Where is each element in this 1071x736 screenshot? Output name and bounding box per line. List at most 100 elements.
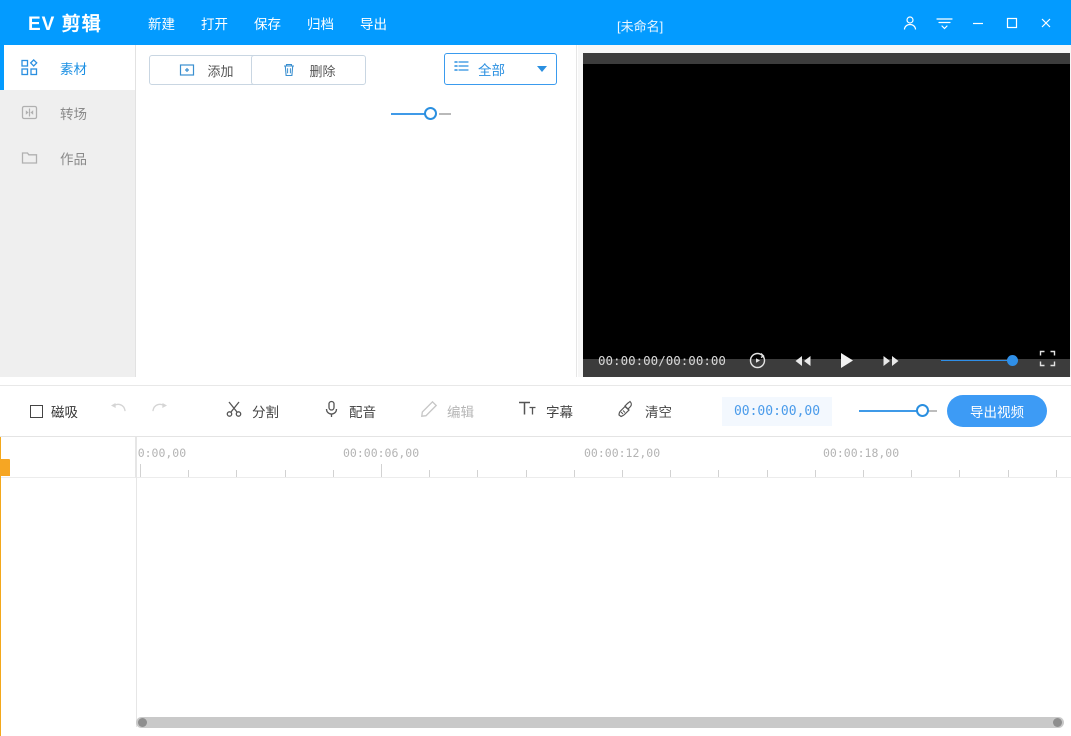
timeline-header-corner bbox=[0, 437, 136, 478]
ruler-tick bbox=[140, 464, 141, 477]
ruler-tick bbox=[670, 470, 671, 477]
window-controls bbox=[901, 0, 1055, 45]
volume-knob[interactable] bbox=[1007, 355, 1018, 366]
ruler-label-2: 00:00:12,00 bbox=[584, 446, 660, 460]
playhead-line bbox=[0, 437, 1, 736]
sidebar-item-works[interactable]: 作品 bbox=[0, 135, 135, 180]
transition-icon bbox=[20, 104, 38, 122]
loop-icon[interactable] bbox=[748, 351, 767, 370]
ruler-tick bbox=[767, 470, 768, 477]
account-icon[interactable] bbox=[901, 14, 919, 32]
ruler-tick bbox=[429, 470, 430, 477]
ruler-tick bbox=[285, 470, 286, 477]
edit-tool-label: 编辑 bbox=[447, 401, 474, 421]
magnet-checkbox[interactable] bbox=[30, 405, 43, 418]
split-tool[interactable]: 分割 bbox=[225, 400, 279, 423]
preview-frame: 00:00:00/00:00:00 bbox=[583, 53, 1070, 377]
menu-item-save[interactable]: 保存 bbox=[252, 9, 283, 37]
trash-icon bbox=[281, 62, 297, 78]
undo-icon[interactable] bbox=[108, 400, 128, 423]
export-video-button[interactable]: 导出视频 bbox=[947, 395, 1047, 427]
rewind-icon[interactable] bbox=[793, 353, 813, 369]
ruler-tick bbox=[959, 470, 960, 477]
timeline-zoom-slider[interactable] bbox=[859, 409, 935, 413]
volume-slider[interactable] bbox=[941, 359, 1021, 363]
list-icon bbox=[454, 59, 469, 79]
folder-icon bbox=[20, 149, 38, 167]
filter-dropdown-label: 全部 bbox=[478, 59, 528, 79]
timeline-ruler[interactable]: 00:00:00,00 00:00:06,00 00:00:12,00 00:0… bbox=[136, 437, 1071, 478]
play-icon[interactable] bbox=[839, 351, 855, 370]
timeline-scrollbar[interactable] bbox=[136, 717, 1064, 728]
preview-panel: 00:00:00/00:00:00 bbox=[578, 45, 1071, 377]
ruler-label-0: 00:00:00,00 bbox=[136, 446, 186, 460]
material-panel: 添加 删除 全部 bbox=[136, 45, 577, 377]
minimize-icon[interactable] bbox=[969, 14, 987, 32]
delete-button[interactable]: 删除 bbox=[251, 55, 366, 85]
ruler-tick bbox=[188, 470, 189, 477]
playhead-handle[interactable] bbox=[0, 459, 10, 476]
scissors-icon bbox=[225, 400, 243, 423]
video-canvas[interactable] bbox=[583, 64, 1070, 359]
edit-tool[interactable]: 编辑 bbox=[420, 400, 474, 423]
forward-icon[interactable] bbox=[881, 353, 901, 369]
ruler-tick bbox=[526, 470, 527, 477]
sidebar: 素材 转场 作品 bbox=[0, 45, 136, 377]
player-controls: 00:00:00/00:00:00 bbox=[583, 344, 1070, 377]
slider-track-filled bbox=[391, 113, 425, 115]
player-time: 00:00:00/00:00:00 bbox=[598, 353, 726, 368]
undo-redo-group bbox=[108, 400, 170, 423]
current-time-field[interactable]: 00:00:00,00 bbox=[722, 397, 832, 426]
dub-tool-label: 配音 bbox=[349, 401, 376, 421]
clear-tool[interactable]: 清空 bbox=[617, 400, 672, 423]
close-icon[interactable] bbox=[1037, 14, 1055, 32]
filter-dropdown[interactable]: 全部 bbox=[444, 53, 557, 85]
slider-track-empty bbox=[439, 113, 451, 115]
title-bar: EV 剪辑 新建 打开 保存 归档 导出 [未命名] bbox=[0, 0, 1071, 45]
timeline: 00:00:00,00 00:00:06,00 00:00:12,00 00:0… bbox=[0, 437, 1071, 736]
ruler-tick bbox=[333, 470, 334, 477]
ruler-tick bbox=[574, 470, 575, 477]
folder-plus-icon bbox=[179, 62, 195, 78]
subtitle-tool-label: 字幕 bbox=[546, 401, 573, 421]
sidebar-item-material[interactable]: 素材 bbox=[0, 45, 135, 90]
magnet-toggle[interactable]: 磁吸 bbox=[30, 401, 78, 421]
app-brand: EV 剪辑 bbox=[28, 9, 138, 36]
ruler-label-3: 00:00:18,00 bbox=[823, 446, 899, 460]
slider-knob[interactable] bbox=[424, 107, 437, 120]
add-button[interactable]: 添加 bbox=[149, 55, 264, 85]
menu-icon[interactable] bbox=[935, 14, 953, 32]
tool-group: 分割 配音 编辑 字幕 bbox=[225, 400, 672, 423]
sidebar-item-transition[interactable]: 转场 bbox=[0, 90, 135, 135]
scrollbar-track[interactable] bbox=[136, 717, 1064, 728]
delete-button-label: 删除 bbox=[309, 61, 335, 80]
subtitle-tool[interactable]: 字幕 bbox=[518, 400, 573, 422]
app-window: EV 剪辑 新建 打开 保存 归档 导出 [未命名] bbox=[0, 0, 1071, 736]
material-toolbar: 添加 删除 全部 bbox=[136, 45, 576, 95]
menu-item-new[interactable]: 新建 bbox=[146, 9, 177, 37]
magnet-label: 磁吸 bbox=[51, 401, 78, 421]
sidebar-item-material-label: 素材 bbox=[60, 58, 87, 78]
broom-icon bbox=[617, 400, 636, 423]
menu-item-export[interactable]: 导出 bbox=[358, 9, 389, 37]
fullscreen-icon[interactable] bbox=[1039, 350, 1056, 372]
maximize-icon[interactable] bbox=[1003, 14, 1021, 32]
ruler-tick bbox=[911, 470, 912, 477]
mic-icon bbox=[323, 400, 340, 423]
sidebar-item-transition-label: 转场 bbox=[60, 103, 87, 123]
zoom-knob[interactable] bbox=[916, 404, 929, 417]
thumbnail-size-slider[interactable] bbox=[391, 112, 449, 116]
ruler-tick bbox=[477, 470, 478, 477]
ruler-tick bbox=[381, 464, 382, 477]
dub-tool[interactable]: 配音 bbox=[323, 400, 376, 423]
menu-item-open[interactable]: 打开 bbox=[199, 9, 230, 37]
main-menu: 新建 打开 保存 归档 导出 bbox=[146, 9, 389, 37]
clear-tool-label: 清空 bbox=[645, 401, 672, 421]
ruler-tick bbox=[1008, 470, 1009, 477]
scrollbar-left-grip[interactable] bbox=[138, 718, 147, 727]
redo-icon[interactable] bbox=[150, 400, 170, 423]
scrollbar-right-grip[interactable] bbox=[1053, 718, 1062, 727]
menu-item-archive[interactable]: 归档 bbox=[305, 9, 336, 37]
sidebar-item-works-label: 作品 bbox=[60, 148, 87, 168]
grid-icon bbox=[20, 59, 38, 77]
